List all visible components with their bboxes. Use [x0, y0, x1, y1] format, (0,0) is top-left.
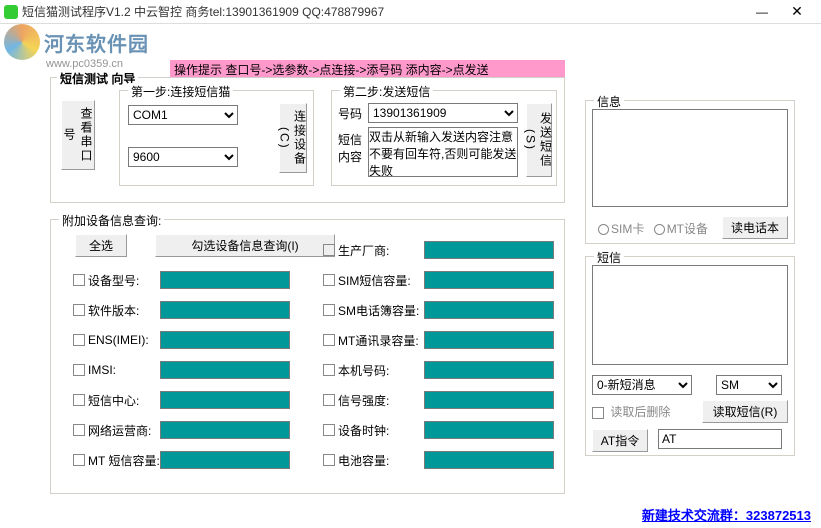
step1-group: 第一步:连接短信猫 COM1 9600 连接设备(C): [119, 90, 314, 186]
val-device-model: [160, 271, 290, 289]
info-textarea[interactable]: [592, 109, 788, 207]
content-textarea[interactable]: 双击从新输入发送内容注意不要有回车符,否则可能发送失败: [368, 127, 518, 177]
lbl-imsi: IMSI:: [88, 363, 160, 377]
info-group: 信息 SIM卡 MT设备 读电话本: [585, 100, 795, 244]
info-title: 信息: [594, 93, 624, 110]
radio-mt[interactable]: [654, 224, 665, 235]
view-port-label: 查看串口号: [61, 103, 95, 167]
sms-textarea[interactable]: [592, 265, 788, 365]
chk-sw-ver[interactable]: [73, 304, 85, 316]
radio-sim[interactable]: [598, 224, 609, 235]
val-imsi: [160, 361, 290, 379]
footer-link[interactable]: 新建技术交流群：323872513: [642, 505, 811, 524]
lbl-battery: 电池容量:: [338, 452, 424, 469]
chk-delete-label: 读取后删除: [610, 405, 670, 419]
lbl-sim-sms: SIM短信容量:: [338, 272, 424, 289]
connect-label: 连接设备(C): [278, 106, 309, 170]
at-input[interactable]: [658, 429, 782, 449]
number-label: 号码: [338, 105, 362, 122]
baud-select[interactable]: 9600: [128, 147, 238, 167]
val-mt-sms-cap: [160, 451, 290, 469]
step2-title: 第二步:发送短信: [340, 83, 433, 100]
query-group: 附加设备信息查询: 全选 勾选设备信息查询(I) 设备型号: 软件版本: ENS…: [50, 219, 565, 494]
chk-mfr[interactable]: [323, 244, 335, 256]
val-operator: [160, 421, 290, 439]
radio-sim-label: SIM卡: [611, 222, 644, 236]
val-smsc: [160, 391, 290, 409]
step1-title: 第一步:连接短信猫: [128, 83, 233, 100]
wizard-group: 短信测试 向导 查看串口号 第一步:连接短信猫 COM1 9600 连接设备(C…: [50, 77, 565, 203]
val-imei: [160, 331, 290, 349]
com-select[interactable]: COM1: [128, 105, 238, 125]
radio-mt-label: MT设备: [667, 222, 708, 236]
sms-type-select[interactable]: 0-新短消息: [592, 375, 692, 395]
chk-sm-pb[interactable]: [323, 304, 335, 316]
content-label: 短信内容: [338, 131, 366, 165]
connect-button[interactable]: 连接设备(C): [279, 103, 307, 173]
step2-group: 第二步:发送短信 号码 13901361909 短信内容 双击从新输入发送内容注…: [331, 90, 557, 186]
val-own-num: [424, 361, 554, 379]
chk-sim-sms[interactable]: [323, 274, 335, 286]
query-title: 附加设备信息查询:: [59, 212, 164, 229]
lbl-signal: 信号强度:: [338, 392, 424, 409]
lbl-mt-sms-cap: MT 短信容量:: [88, 452, 160, 469]
read-sms-button[interactable]: 读取短信(R): [702, 400, 788, 423]
lbl-mfr: 生产厂商:: [338, 242, 424, 259]
chk-clock[interactable]: [323, 424, 335, 436]
lbl-imei: ENS(IMEI):: [88, 333, 160, 347]
select-all-button[interactable]: 全选: [75, 234, 127, 257]
send-button[interactable]: 发送短信(S): [526, 103, 552, 177]
val-signal: [424, 391, 554, 409]
chk-smsc[interactable]: [73, 394, 85, 406]
sms-group: 短信 0-新短消息 SM 读取后删除 读取短信(R) AT指令: [585, 256, 795, 456]
query-button[interactable]: 勾选设备信息查询(I): [155, 234, 335, 257]
watermark-name: 河东软件园: [44, 28, 149, 57]
lbl-sw-ver: 软件版本:: [88, 302, 160, 319]
chk-delete-after[interactable]: [592, 407, 604, 419]
chk-device-model[interactable]: [73, 274, 85, 286]
view-port-button[interactable]: 查看串口号: [61, 100, 95, 170]
send-label: 发送短信(S): [524, 106, 555, 174]
val-battery: [424, 451, 554, 469]
lbl-smsc: 短信中心:: [88, 392, 160, 409]
chk-imei[interactable]: [73, 334, 85, 346]
val-sw-ver: [160, 301, 290, 319]
val-clock: [424, 421, 554, 439]
hint-bar: 操作提示 查口号->选参数->点连接->添号码 添内容->点发送: [170, 60, 565, 78]
lbl-sm-pb: SM电话簿容量:: [338, 302, 424, 319]
at-cmd-button[interactable]: AT指令: [592, 429, 648, 452]
sms-title: 短信: [594, 249, 624, 266]
chk-battery[interactable]: [323, 454, 335, 466]
lbl-mt-contacts: MT通讯录容量:: [338, 332, 424, 349]
minimize-button[interactable]: —: [747, 5, 777, 19]
lbl-own-num: 本机号码:: [338, 362, 424, 379]
val-mt-contacts: [424, 331, 554, 349]
chk-mt-contacts[interactable]: [323, 334, 335, 346]
read-phonebook-button[interactable]: 读电话本: [722, 216, 788, 239]
watermark-url: www.pc0359.cn: [46, 58, 123, 70]
chk-own-num[interactable]: [323, 364, 335, 376]
watermark: 河东软件园 www.pc0359.cn: [0, 18, 210, 66]
chk-mt-sms-cap[interactable]: [73, 454, 85, 466]
chk-imsi[interactable]: [73, 364, 85, 376]
val-sm-pb: [424, 301, 554, 319]
val-sim-sms: [424, 271, 554, 289]
app-icon: [4, 5, 18, 19]
sms-storage-select[interactable]: SM: [716, 375, 782, 395]
chk-signal[interactable]: [323, 394, 335, 406]
lbl-device-model: 设备型号:: [88, 272, 160, 289]
chk-operator[interactable]: [73, 424, 85, 436]
lbl-clock: 设备时钟:: [338, 422, 424, 439]
watermark-icon: [4, 24, 40, 60]
val-mfr: [424, 241, 554, 259]
wizard-title: 短信测试 向导: [57, 70, 138, 87]
close-button[interactable]: ✕: [777, 3, 817, 20]
lbl-operator: 网络运营商:: [88, 422, 160, 439]
number-select[interactable]: 13901361909: [368, 103, 518, 123]
